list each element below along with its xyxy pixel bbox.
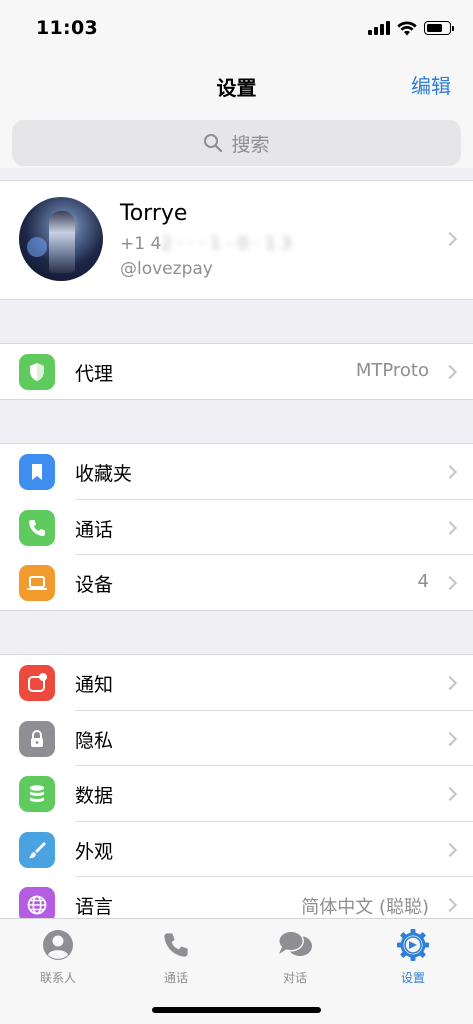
- contacts-icon: [18, 927, 98, 963]
- settings-row-calls[interactable]: 通话: [0, 500, 473, 555]
- chevron-right-icon: [442, 786, 458, 802]
- chevron-right-icon: [442, 575, 458, 591]
- settings-row-devices[interactable]: 设备 4: [0, 555, 473, 611]
- chevron-right-icon: [442, 520, 458, 535]
- search-input[interactable]: 搜索: [12, 120, 461, 166]
- settings-row-privacy[interactable]: 隐私: [0, 711, 473, 766]
- status-bar: 11:03: [0, 0, 473, 56]
- profile-username: @lovezpay: [120, 259, 213, 279]
- bookmark-icon: [19, 454, 55, 490]
- nav-bar: 设置 编辑 搜索: [0, 56, 473, 168]
- settings-row-data[interactable]: 数据: [0, 766, 473, 822]
- tab-chats[interactable]: 对话: [255, 927, 335, 986]
- wifi-icon: [397, 20, 417, 35]
- appearance-label: 外观: [75, 840, 114, 863]
- tab-calls-label: 通话: [163, 971, 188, 985]
- avatar[interactable]: [19, 197, 103, 281]
- laptop-icon: [19, 565, 55, 601]
- devices-label: 设备: [75, 574, 114, 596]
- tab-contacts[interactable]: 联系人: [18, 927, 98, 986]
- proxy-value: MTProto: [355, 360, 429, 381]
- edit-button[interactable]: 编辑: [411, 70, 451, 99]
- tab-contacts-label: 联系人: [39, 971, 76, 985]
- profile-card[interactable]: Torrye +1 42 · · · 1 - 0 · 1 3 @lovezpay: [0, 180, 473, 300]
- main-section: 收藏夹 通话 设备 4: [0, 443, 473, 611]
- calls-label: 通话: [75, 518, 114, 541]
- lock-icon: [19, 720, 55, 757]
- settings-row-favorites[interactable]: 收藏夹: [0, 444, 473, 500]
- language-value: 简体中文 (聪聪): [301, 897, 429, 918]
- notification-icon: [19, 665, 55, 701]
- chevron-right-icon: [442, 897, 458, 913]
- language-label: 语言: [75, 896, 114, 918]
- proxy-section: 代理 MTProto: [0, 343, 473, 400]
- devices-count: 4: [417, 571, 429, 592]
- chevron-right-icon: [442, 675, 458, 691]
- favorites-label: 收藏夹: [75, 463, 133, 485]
- signal-icon: [368, 21, 390, 35]
- chevron-right-icon: [442, 364, 458, 380]
- settings-row-proxy[interactable]: 代理 MTProto: [0, 344, 473, 400]
- settings-icon: [373, 927, 453, 963]
- search-icon: [204, 134, 223, 153]
- tab-settings[interactable]: 设置: [373, 927, 453, 986]
- page-title: 设置: [216, 76, 257, 100]
- settings-row-notifications[interactable]: 通知: [0, 655, 473, 711]
- chevron-right-icon: [442, 842, 458, 857]
- shield-icon: [19, 354, 55, 390]
- tab-calls[interactable]: 通话: [136, 927, 216, 986]
- chevron-right-icon: [442, 731, 458, 746]
- status-icons: [368, 18, 454, 38]
- chevron-right-icon: [442, 464, 458, 480]
- calls-icon: [136, 927, 216, 963]
- privacy-label: 隐私: [75, 729, 114, 752]
- status-time: 11:03: [36, 17, 98, 39]
- data-label: 数据: [75, 785, 114, 807]
- notifications-label: 通知: [75, 674, 114, 696]
- settings-row-appearance[interactable]: 外观: [0, 822, 473, 877]
- profile-phone: +1 42 · · · 1 - 0 · 1 3: [120, 234, 292, 254]
- settings-section: 通知 隐私 数据 外观 语言 简体中文 (聪聪): [0, 654, 473, 934]
- proxy-label: 代理: [75, 363, 114, 385]
- chevron-right-icon: [442, 231, 458, 247]
- brush-icon: [19, 831, 55, 868]
- tab-chats-label: 对话: [282, 971, 307, 985]
- database-icon: [19, 776, 55, 812]
- battery-icon: [424, 21, 454, 35]
- search-placeholder: 搜索: [231, 133, 270, 156]
- chats-icon: [255, 927, 335, 963]
- phone-icon: [19, 509, 55, 546]
- tab-settings-label: 设置: [400, 971, 425, 985]
- home-indicator: [152, 1007, 321, 1013]
- profile-name: Torrye: [120, 201, 188, 226]
